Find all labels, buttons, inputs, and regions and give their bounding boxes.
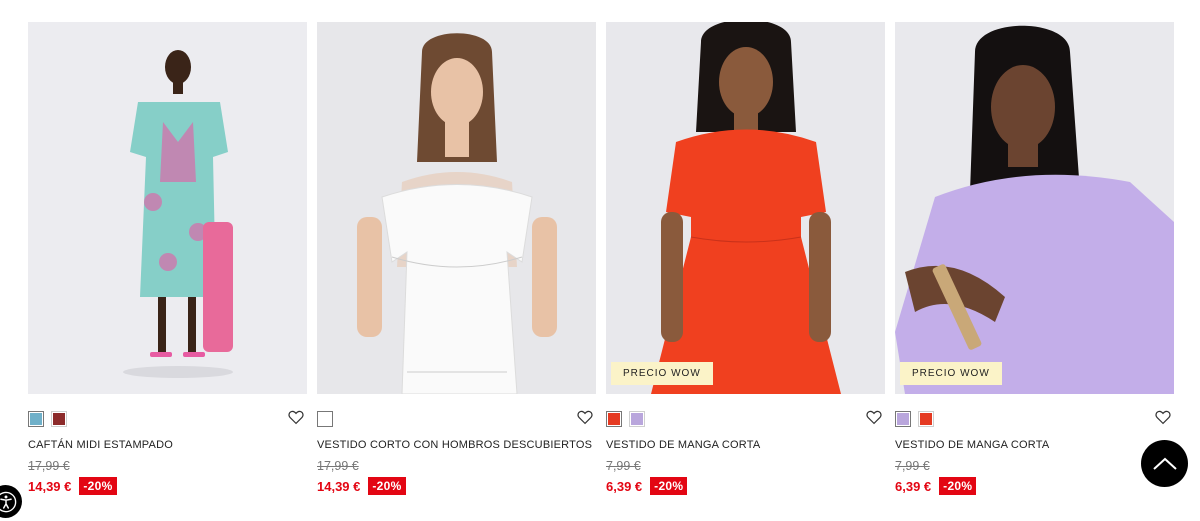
color-swatches [28,411,67,427]
product-card[interactable]: CAFTÁN MIDI ESTAMPADO 17,99 € 14,39 € -2… [28,22,307,504]
product-meta: VESTIDO DE MANGA CORTA 7,99 € 6,39 € -20… [895,394,1174,504]
sale-price: 14,39 € [317,478,361,494]
color-swatch[interactable] [28,411,44,427]
sale-price: 6,39 € [606,478,643,494]
product-name[interactable]: VESTIDO DE MANGA CORTA [895,439,1049,451]
product-meta: VESTIDO CORTO CON HOMBROS DESCUBIERTOS 1… [317,394,596,504]
product-image[interactable] [317,22,596,394]
product-meta: VESTIDO DE MANGA CORTA 7,99 € 6,39 € -20… [606,394,885,504]
heart-outline-icon[interactable] [865,408,883,426]
heart-outline-icon[interactable] [1154,408,1172,426]
product-name[interactable]: VESTIDO CORTO CON HOMBROS DESCUBIERTOS [317,439,592,451]
original-price: 17,99 € [28,459,70,473]
accessibility-icon [0,491,16,512]
heart-outline-icon[interactable] [287,408,305,426]
product-card[interactable]: PRECIO WOW VESTIDO DE MANGA CORTA 7,99 €… [606,22,885,504]
color-swatch[interactable] [317,411,333,427]
product-card[interactable]: PRECIO WOW VESTIDO DE MANGA CORTA 7,99 €… [895,22,1174,504]
product-meta: CAFTÁN MIDI ESTAMPADO 17,99 € 14,39 € -2… [28,394,307,504]
color-swatch[interactable] [606,411,622,427]
product-grid: CAFTÁN MIDI ESTAMPADO 17,99 € 14,39 € -2… [28,22,1174,504]
product-card[interactable]: VESTIDO CORTO CON HOMBROS DESCUBIERTOS 1… [317,22,596,504]
accessibility-button[interactable] [0,485,22,518]
color-swatches [317,411,333,427]
color-swatch[interactable] [51,411,67,427]
sale-price: 6,39 € [895,478,932,494]
color-swatches [606,411,645,427]
product-name[interactable]: CAFTÁN MIDI ESTAMPADO [28,439,173,451]
discount-badge: -20% [79,477,117,495]
chevron-up-icon [1152,457,1177,470]
price-row: 6,39 € -20% [606,477,688,495]
product-name[interactable]: VESTIDO DE MANGA CORTA [606,439,760,451]
color-swatch[interactable] [629,411,645,427]
color-swatch[interactable] [895,411,911,427]
discount-badge: -20% [939,477,977,495]
sale-price: 14,39 € [28,478,72,494]
color-swatch[interactable] [918,411,934,427]
promo-tag: PRECIO WOW [900,362,1002,385]
original-price: 7,99 € [606,459,641,473]
product-image[interactable] [28,22,307,394]
discount-badge: -20% [650,477,688,495]
scroll-to-top-button[interactable] [1141,440,1188,487]
original-price: 17,99 € [317,459,359,473]
discount-badge: -20% [368,477,406,495]
promo-tag: PRECIO WOW [611,362,713,385]
product-image[interactable]: PRECIO WOW [606,22,885,394]
heart-outline-icon[interactable] [576,408,594,426]
original-price: 7,99 € [895,459,930,473]
price-row: 14,39 € -20% [28,477,117,495]
color-swatches [895,411,934,427]
price-row: 6,39 € -20% [895,477,977,495]
price-row: 14,39 € -20% [317,477,406,495]
product-image[interactable]: PRECIO WOW [895,22,1174,394]
